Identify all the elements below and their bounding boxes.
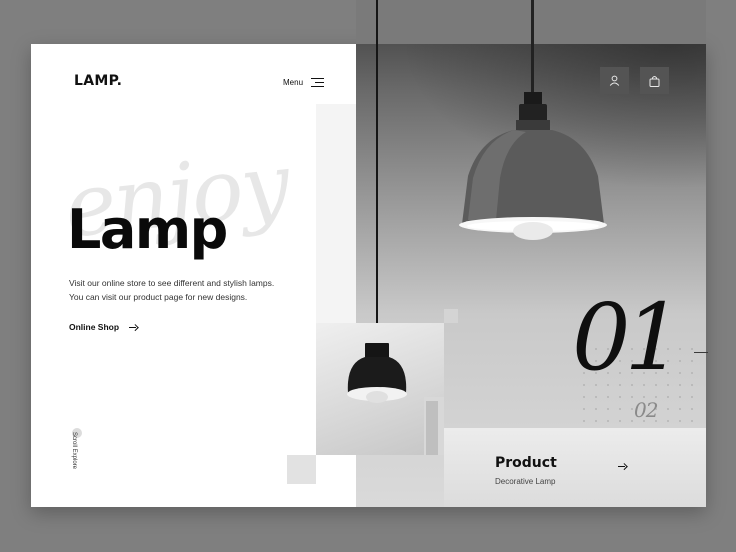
brand-logo[interactable]: LAMP. xyxy=(74,73,122,89)
decor-square xyxy=(444,309,458,323)
description-line: Visit our online store to see different … xyxy=(69,278,275,288)
slide-indicator-line xyxy=(694,352,708,354)
scroll-explore-indicator[interactable]: Scroll Explore xyxy=(69,426,85,474)
arrow-right-icon xyxy=(129,324,137,331)
decor-strip xyxy=(316,104,356,323)
pendant-lamp-illustration xyxy=(459,92,607,240)
cart-button[interactable] xyxy=(640,67,669,94)
hamburger-menu-icon xyxy=(311,78,325,88)
page-title: Lamp xyxy=(67,198,228,261)
arrow-right-icon[interactable] xyxy=(618,463,626,470)
scroll-explore-label: Scroll Explore xyxy=(71,432,77,470)
shopping-bag-icon xyxy=(649,75,660,87)
online-shop-label: Online Shop xyxy=(69,322,120,332)
decor-square xyxy=(287,455,316,484)
black-lamp-illustration xyxy=(347,343,444,455)
product-card[interactable] xyxy=(444,428,706,507)
menu-label: Menu xyxy=(283,78,304,87)
menu-button[interactable]: Menu xyxy=(283,78,325,88)
hero-description: Visit our online store to see different … xyxy=(69,276,299,304)
product-thumbnail[interactable] xyxy=(316,323,444,455)
slide-number-next[interactable]: 02 xyxy=(634,398,658,422)
online-shop-link[interactable]: Online Shop xyxy=(69,322,137,332)
slide-number-current: 01 xyxy=(572,284,683,391)
big-lamp-cord xyxy=(531,0,534,96)
product-title: Product xyxy=(495,455,557,471)
description-line: You can visit our product page for new d… xyxy=(69,292,248,302)
user-icon xyxy=(609,75,620,86)
thumb-lamp-cord xyxy=(376,0,378,343)
product-subtitle: Decorative Lamp xyxy=(495,477,556,486)
account-button[interactable] xyxy=(600,67,629,94)
